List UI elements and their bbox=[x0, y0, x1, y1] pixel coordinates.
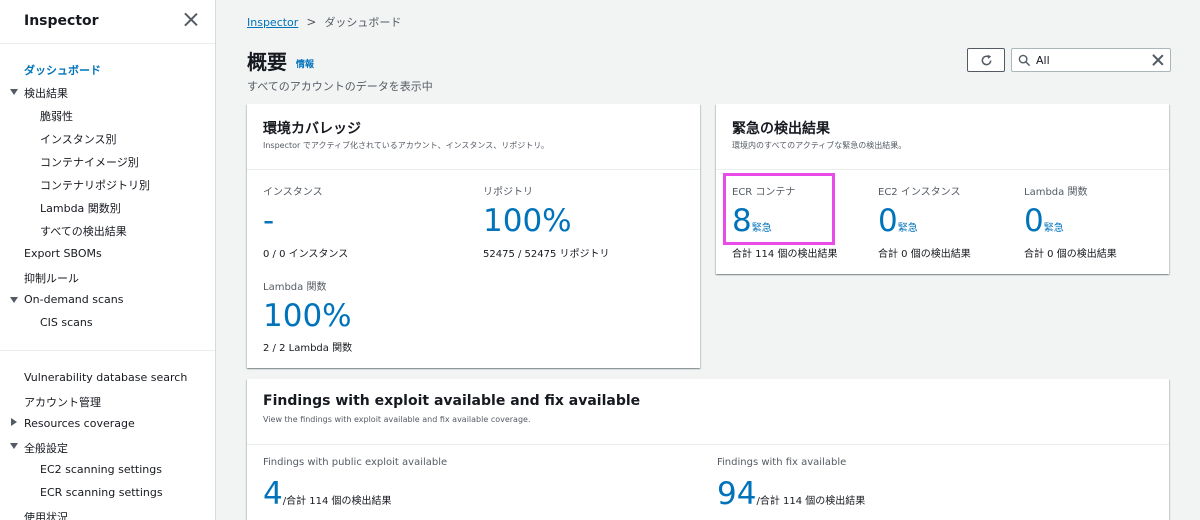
refresh-icon bbox=[981, 54, 992, 66]
exploit-description: View the findings with exploit available… bbox=[263, 415, 531, 424]
repositories-label: リポジトリ bbox=[483, 187, 533, 198]
sidebar-item-cis-scans[interactable]: CIS scans bbox=[40, 316, 93, 329]
lambda-critical-value[interactable]: 0 bbox=[1024, 203, 1044, 239]
critical-panel-header: 緊急の検出結果 環境内のすべてのアクティブな緊急の検出結果。 bbox=[716, 104, 1169, 170]
breadcrumb-current: ダッシュボード bbox=[324, 16, 402, 29]
main-content: Inspector > ダッシュボード 概要 情報 すべてのアカウントのデータを… bbox=[217, 0, 1200, 520]
lambda-critical-unit: 緊急 bbox=[1043, 223, 1064, 234]
ec2-label: EC2 インスタンス bbox=[878, 187, 961, 198]
sidebar-item-vuln-db-search[interactable]: Vulnerability database search bbox=[24, 371, 187, 384]
sidebar-item-ec2-scanning-settings[interactable]: EC2 scanning settings bbox=[40, 463, 162, 476]
instances-label: インスタンス bbox=[263, 187, 323, 198]
critical-title: 緊急の検出結果 bbox=[732, 121, 830, 137]
sidebar-item-by-instance[interactable]: インスタンス別 bbox=[40, 131, 117, 147]
info-link[interactable]: 情報 bbox=[296, 57, 314, 70]
sidebar-item-suppression-rules[interactable]: 抑制ルール bbox=[24, 270, 79, 286]
lambda-sub: 2 / 2 Lambda 関数 bbox=[263, 343, 353, 354]
breadcrumb: Inspector > ダッシュボード bbox=[247, 14, 401, 30]
public-exploit-label: Findings with public exploit available bbox=[263, 457, 448, 468]
ecr-sub: 合計 114 個の検出結果 bbox=[732, 249, 838, 260]
repositories-sub: 52475 / 52475 リポジトリ bbox=[483, 249, 610, 260]
coverage-panel-header: 環境カバレッジ Inspector でアクティブ化されているアカウント、インスタ… bbox=[247, 104, 700, 170]
sidebar-item-findings[interactable]: 検出結果 bbox=[24, 85, 68, 101]
sidebar-item-general-settings[interactable]: 全般設定 bbox=[24, 440, 68, 456]
fix-available-value-group[interactable]: 94/合計 114 個の検出結果 bbox=[717, 479, 865, 510]
lambda-critical-label: Lambda 関数 bbox=[1024, 187, 1088, 198]
fix-available-value[interactable]: 94 bbox=[717, 476, 756, 512]
ec2-sub: 合計 0 個の検出結果 bbox=[878, 249, 971, 260]
sidebar-item-usage[interactable]: 使用状況 bbox=[24, 509, 68, 520]
close-icon[interactable] bbox=[181, 10, 201, 30]
coverage-description: Inspector でアクティブ化されているアカウント、インスタンス、リポジトリ… bbox=[263, 141, 549, 150]
annotation-highlight-box bbox=[723, 173, 835, 245]
lambda-critical-sub: 合計 0 個の検出結果 bbox=[1024, 249, 1117, 260]
ec2-value-group[interactable]: 0緊急 bbox=[878, 206, 918, 237]
public-exploit-sub: /合計 114 個の検出結果 bbox=[282, 496, 392, 507]
search-box[interactable] bbox=[1011, 48, 1171, 72]
fix-available-label: Findings with fix available bbox=[717, 457, 847, 468]
fix-available-sub: /合計 114 個の検出結果 bbox=[756, 496, 866, 507]
sidebar-item-export-sboms[interactable]: Export SBOMs bbox=[24, 247, 102, 260]
sidebar-item-ecr-scanning-settings[interactable]: ECR scanning settings bbox=[40, 486, 163, 499]
sidebar-divider bbox=[0, 350, 215, 351]
search-input[interactable] bbox=[1036, 52, 1146, 68]
ec2-value[interactable]: 0 bbox=[878, 203, 898, 239]
page-title: 概要 bbox=[247, 50, 287, 74]
breadcrumb-root-link[interactable]: Inspector bbox=[247, 16, 298, 29]
sidebar-item-account-management[interactable]: アカウント管理 bbox=[24, 394, 101, 410]
ec2-unit: 緊急 bbox=[897, 223, 918, 234]
lambda-value[interactable]: 100% bbox=[263, 301, 352, 332]
sidebar-header: Inspector bbox=[0, 0, 215, 44]
caret-right-icon[interactable] bbox=[11, 418, 17, 426]
chevron-right-icon: > bbox=[306, 15, 317, 29]
refresh-button[interactable] bbox=[967, 48, 1005, 72]
caret-down-icon[interactable] bbox=[10, 443, 18, 449]
sidebar: Inspector ダッシュボード 検出結果 脆弱性 インスタンス別 コンテナイ… bbox=[0, 0, 216, 520]
instances-value: - bbox=[263, 203, 275, 239]
sidebar-item-by-container-repo[interactable]: コンテナリポジトリ別 bbox=[40, 177, 150, 193]
exploit-title: Findings with exploit available and fix … bbox=[263, 393, 641, 409]
public-exploit-value[interactable]: 4 bbox=[263, 476, 283, 512]
sidebar-title: Inspector bbox=[24, 13, 99, 29]
search-icon bbox=[1018, 54, 1031, 67]
sidebar-item-dashboard[interactable]: ダッシュボード bbox=[24, 62, 101, 78]
caret-down-icon[interactable] bbox=[10, 297, 18, 303]
sidebar-item-vulnerabilities[interactable]: 脆弱性 bbox=[40, 108, 73, 124]
lambda-critical-value-group[interactable]: 0緊急 bbox=[1024, 206, 1064, 237]
page-description: すべてのアカウントのデータを表示中 bbox=[247, 80, 433, 93]
sidebar-item-resources-coverage[interactable]: Resources coverage bbox=[24, 417, 135, 430]
sidebar-item-by-lambda[interactable]: Lambda 関数別 bbox=[40, 200, 121, 216]
coverage-panel: 環境カバレッジ Inspector でアクティブ化されているアカウント、インスタ… bbox=[247, 104, 700, 368]
instances-sub: 0 / 0 インスタンス bbox=[263, 249, 349, 260]
coverage-title: 環境カバレッジ bbox=[263, 121, 361, 137]
lambda-label: Lambda 関数 bbox=[263, 282, 327, 293]
caret-down-icon[interactable] bbox=[10, 89, 18, 95]
repositories-value[interactable]: 100% bbox=[483, 206, 572, 237]
exploit-panel-header: Findings with exploit available and fix … bbox=[247, 379, 1169, 445]
sidebar-item-on-demand-scans[interactable]: On-demand scans bbox=[24, 293, 123, 306]
critical-description: 環境内のすべてのアクティブな緊急の検出結果。 bbox=[732, 141, 907, 150]
exploit-fix-panel: Findings with exploit available and fix … bbox=[247, 379, 1169, 520]
clear-icon[interactable] bbox=[1150, 52, 1166, 68]
public-exploit-value-group[interactable]: 4/合計 114 個の検出結果 bbox=[263, 479, 392, 510]
sidebar-item-by-container-image[interactable]: コンテナイメージ別 bbox=[40, 154, 139, 170]
sidebar-item-all-findings[interactable]: すべての検出結果 bbox=[40, 223, 127, 239]
